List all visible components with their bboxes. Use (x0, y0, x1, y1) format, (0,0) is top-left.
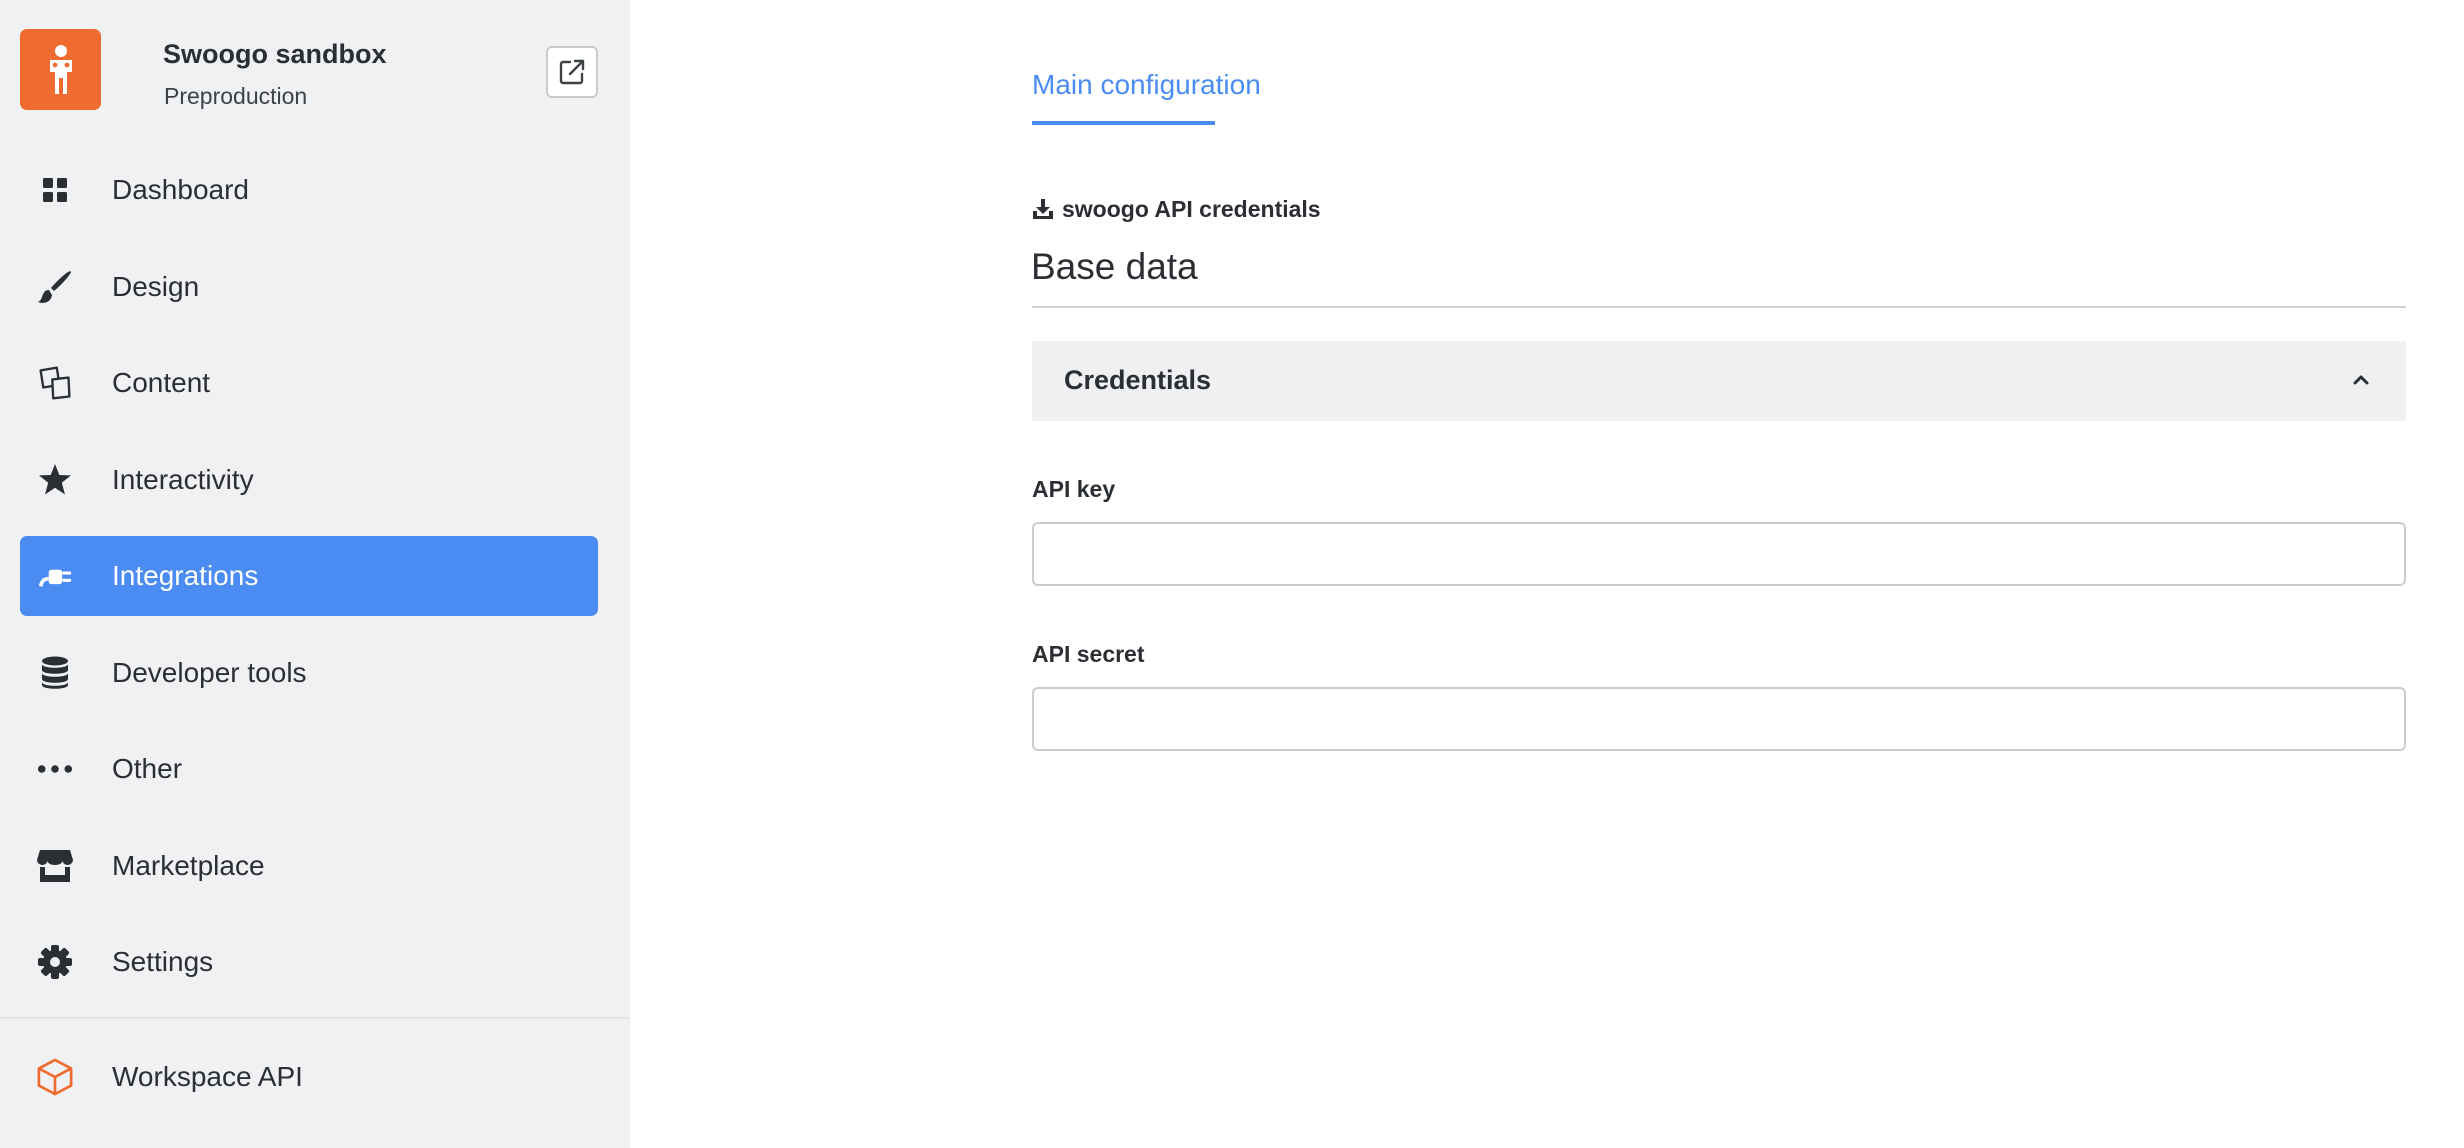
star-icon (37, 462, 73, 498)
person-icon (49, 44, 72, 94)
sidebar-item-label: Settings (112, 946, 214, 977)
main-content: Main configuration swoogo API credential… (630, 0, 2464, 1148)
sidebar-item-marketplace[interactable]: Marketplace (20, 826, 598, 906)
panel-title: Credentials (1064, 365, 1212, 395)
sidebar-item-other[interactable]: Other (20, 729, 598, 809)
sidebar-item-label: Developer tools (112, 657, 307, 688)
api-key-input[interactable] (1032, 522, 2406, 586)
sidebar: Swoogo sandbox Preproduction Dashboard D… (0, 0, 630, 1148)
sidebar-item-workspace-api[interactable]: Workspace API (20, 1037, 598, 1117)
sidebar-item-label: Dashboard (112, 174, 249, 205)
section-divider (1032, 306, 2406, 308)
active-tab-indicator (1032, 121, 1215, 125)
external-link-icon (559, 59, 585, 85)
tab-main-configuration[interactable]: Main configuration (1032, 69, 1261, 101)
api-secret-label: API secret (1032, 641, 1145, 667)
download-icon (1033, 199, 1053, 219)
sidebar-item-label: Marketplace (112, 850, 265, 881)
sidebar-item-label: Interactivity (112, 464, 254, 495)
api-key-label: API key (1032, 476, 1116, 502)
sidebar-item-developer-tools[interactable]: Developer tools (20, 633, 598, 713)
brush-icon (37, 269, 73, 305)
sidebar-item-content[interactable]: Content (20, 343, 598, 423)
workspace-environment: Preproduction (164, 83, 308, 109)
workspace-logo[interactable] (20, 29, 101, 110)
sidebar-item-label: Content (112, 367, 211, 398)
sidebar-item-label: Design (112, 271, 200, 302)
sidebar-item-settings[interactable]: Settings (20, 922, 598, 1002)
open-workspace-button[interactable] (546, 46, 598, 98)
section-kicker: swoogo API credentials (1032, 195, 1321, 223)
section-kicker-label: swoogo API credentials (1062, 195, 1321, 222)
workspace-header: Swoogo sandbox Preproduction (20, 29, 600, 111)
credentials-panel-header[interactable]: Credentials (1032, 341, 2406, 421)
gear-icon (37, 944, 73, 980)
grid-icon (37, 172, 73, 208)
sidebar-item-interactivity[interactable]: Interactivity (20, 440, 598, 520)
api-secret-input[interactable] (1032, 687, 2406, 751)
sidebar-item-design[interactable]: Design (20, 247, 598, 327)
content-icon (37, 365, 73, 401)
sidebar-item-label: Workspace API (112, 1061, 303, 1092)
sidebar-item-label: Other (112, 753, 183, 784)
chevron-up-icon[interactable] (2350, 369, 2372, 391)
sidebar-item-label: Integrations (112, 560, 259, 591)
database-icon (37, 655, 73, 691)
sidebar-item-dashboard[interactable]: Dashboard (20, 150, 598, 230)
ellipsis-icon (37, 751, 73, 787)
store-icon (37, 848, 73, 884)
plug-icon (37, 558, 73, 594)
section-title: Base data (1031, 246, 1198, 287)
sidebar-item-integrations[interactable]: Integrations (20, 536, 598, 616)
sidebar-divider (0, 1017, 630, 1019)
workspace-name: Swoogo sandbox (163, 39, 387, 69)
cube-icon (37, 1058, 73, 1096)
